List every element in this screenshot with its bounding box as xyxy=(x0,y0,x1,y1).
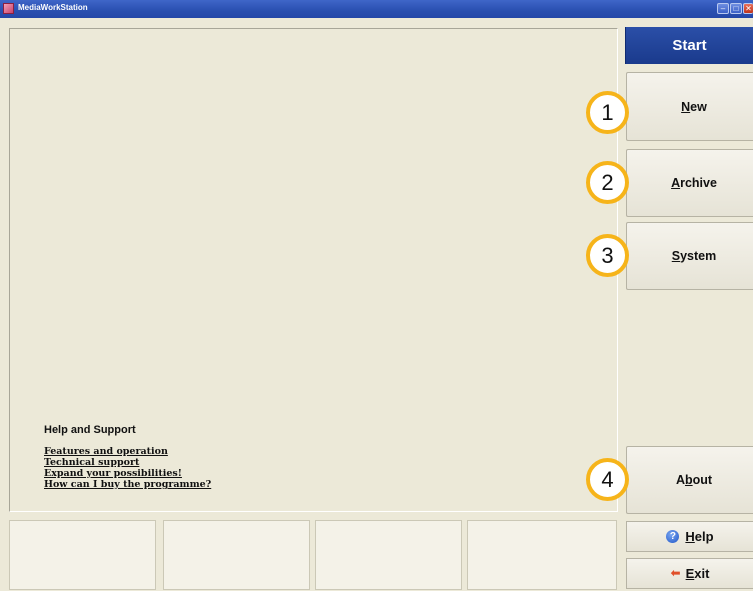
new-button-mnemonic: N xyxy=(681,99,691,114)
status-cell-2 xyxy=(163,520,310,590)
window-title: MediaWorkStation xyxy=(18,3,88,12)
minimize-button[interactable]: – xyxy=(717,3,729,14)
bottom-panel xyxy=(9,520,618,590)
system-button-mnemonic: S xyxy=(671,249,681,263)
status-cell-1 xyxy=(9,520,156,590)
callout-4: 4 xyxy=(586,458,629,501)
help-button-label: elp xyxy=(694,529,714,544)
about-button-label: out xyxy=(692,473,713,487)
about-button[interactable]: Ab out xyxy=(626,446,753,514)
help-button[interactable]: ? Help xyxy=(626,521,753,552)
help-icon: ? xyxy=(666,530,680,543)
exit-arrow-icon: ⬅ xyxy=(670,566,681,580)
help-and-support-section: Help and Support Features and operation … xyxy=(44,424,211,490)
callout-3: 3 xyxy=(586,234,629,277)
about-button-prefix: A xyxy=(675,473,685,487)
help-button-mnemonic: H xyxy=(685,529,695,544)
status-cell-4 xyxy=(467,520,617,590)
archive-button-label: rchive xyxy=(680,176,717,190)
system-button-label: ystem xyxy=(680,249,717,263)
title-bar: MediaWorkStation – □ ✕ xyxy=(0,0,753,18)
new-button[interactable]: New xyxy=(626,72,753,141)
link-expand-possibilities[interactable]: Expand your possibilities! xyxy=(44,468,211,479)
exit-button-mnemonic: E xyxy=(685,566,695,581)
main-content-panel: Help and Support Features and operation … xyxy=(9,28,618,512)
archive-button[interactable]: Archive xyxy=(626,149,753,217)
callout-1: 1 xyxy=(586,91,629,134)
system-button[interactable]: System xyxy=(626,222,753,290)
exit-button[interactable]: ⬅ Exit xyxy=(626,558,753,589)
close-button[interactable]: ✕ xyxy=(743,3,753,14)
callout-2: 2 xyxy=(586,161,629,204)
new-button-label: ew xyxy=(690,99,707,114)
help-heading: Help and Support xyxy=(44,424,136,436)
exit-button-label: xit xyxy=(694,566,710,581)
link-technical-support[interactable]: Technical support xyxy=(44,457,211,468)
about-button-mnemonic: b xyxy=(684,473,693,487)
link-buy-programme[interactable]: How can I buy the programme? xyxy=(44,479,211,490)
link-features-and-operation[interactable]: Features and operation xyxy=(44,446,211,457)
archive-button-mnemonic: A xyxy=(671,176,681,190)
status-cell-3 xyxy=(315,520,462,590)
maximize-button[interactable]: □ xyxy=(730,3,742,14)
sidebar-header-start: Start xyxy=(625,27,753,64)
app-icon xyxy=(3,3,14,14)
